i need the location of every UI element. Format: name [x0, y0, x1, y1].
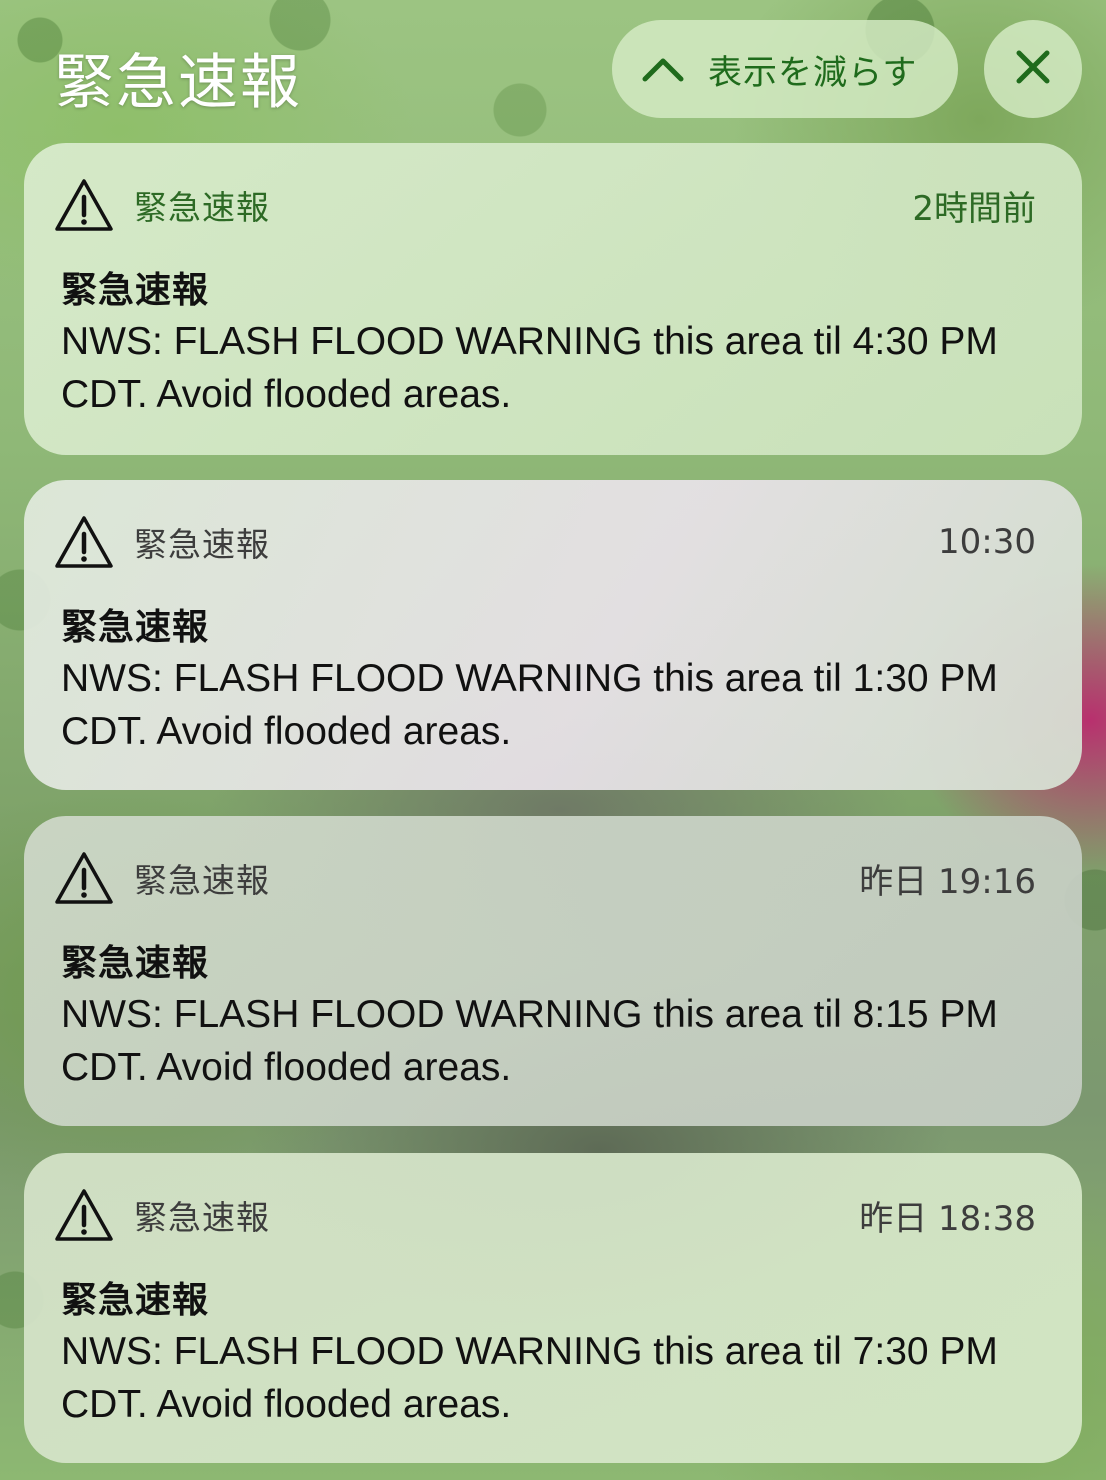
notification-body: NWS: FLASH FLOOD WARNING this area til 4… — [61, 320, 998, 416]
warning-triangle-icon — [54, 514, 114, 570]
warning-triangle-icon — [54, 177, 114, 233]
notification-time: 2時間前 — [912, 188, 1036, 229]
notification-app-name: 緊急速報 — [134, 861, 270, 900]
notification-body: NWS: FLASH FLOOD WARNING this area til 1… — [61, 657, 998, 753]
notification-time: 10:30 — [938, 522, 1036, 562]
notification-title: 緊急速報 — [61, 270, 210, 311]
notification-title: 緊急速報 — [61, 943, 210, 984]
show-less-label: 表示を減らす — [708, 52, 918, 93]
notification-app-name: 緊急速報 — [134, 188, 270, 227]
notification-body: NWS: FLASH FLOOD WARNING this area til 8… — [61, 993, 998, 1089]
warning-triangle-icon — [54, 1187, 114, 1243]
notification-header: 緊急速報 昨日 19:16 — [54, 848, 1036, 908]
notification-card[interactable]: 緊急速報 昨日 18:38 緊急速報 NWS: FLASH FLOOD WARN… — [24, 1153, 1082, 1463]
notification-header: 緊急速報 2時間前 — [54, 175, 1036, 235]
notification-header: 緊急速報 10:30 — [54, 512, 1036, 572]
warning-triangle-icon — [54, 850, 114, 906]
notification-card[interactable]: 緊急速報 昨日 19:16 緊急速報 NWS: FLASH FLOOD WARN… — [24, 816, 1082, 1126]
close-icon — [1015, 49, 1051, 89]
page-title: 緊急速報 — [54, 48, 302, 118]
show-less-button[interactable]: 表示を減らす — [612, 20, 958, 118]
notification-header: 緊急速報 昨日 18:38 — [54, 1185, 1036, 1245]
notification-body: NWS: FLASH FLOOD WARNING this area til 7… — [61, 1330, 998, 1426]
close-button[interactable] — [984, 20, 1082, 118]
notification-card[interactable]: 緊急速報 2時間前 緊急速報 NWS: FLASH FLOOD WARNING … — [24, 143, 1082, 455]
notification-card[interactable]: 緊急速報 10:30 緊急速報 NWS: FLASH FLOOD WARNING… — [24, 480, 1082, 790]
chevron-up-icon — [642, 48, 684, 90]
notification-app-name: 緊急速報 — [134, 525, 270, 564]
notification-time: 昨日 19:16 — [859, 861, 1036, 902]
notification-title: 緊急速報 — [61, 1280, 210, 1321]
notification-app-name: 緊急速報 — [134, 1198, 270, 1237]
notification-title: 緊急速報 — [61, 607, 210, 648]
notification-time: 昨日 18:38 — [859, 1198, 1036, 1239]
